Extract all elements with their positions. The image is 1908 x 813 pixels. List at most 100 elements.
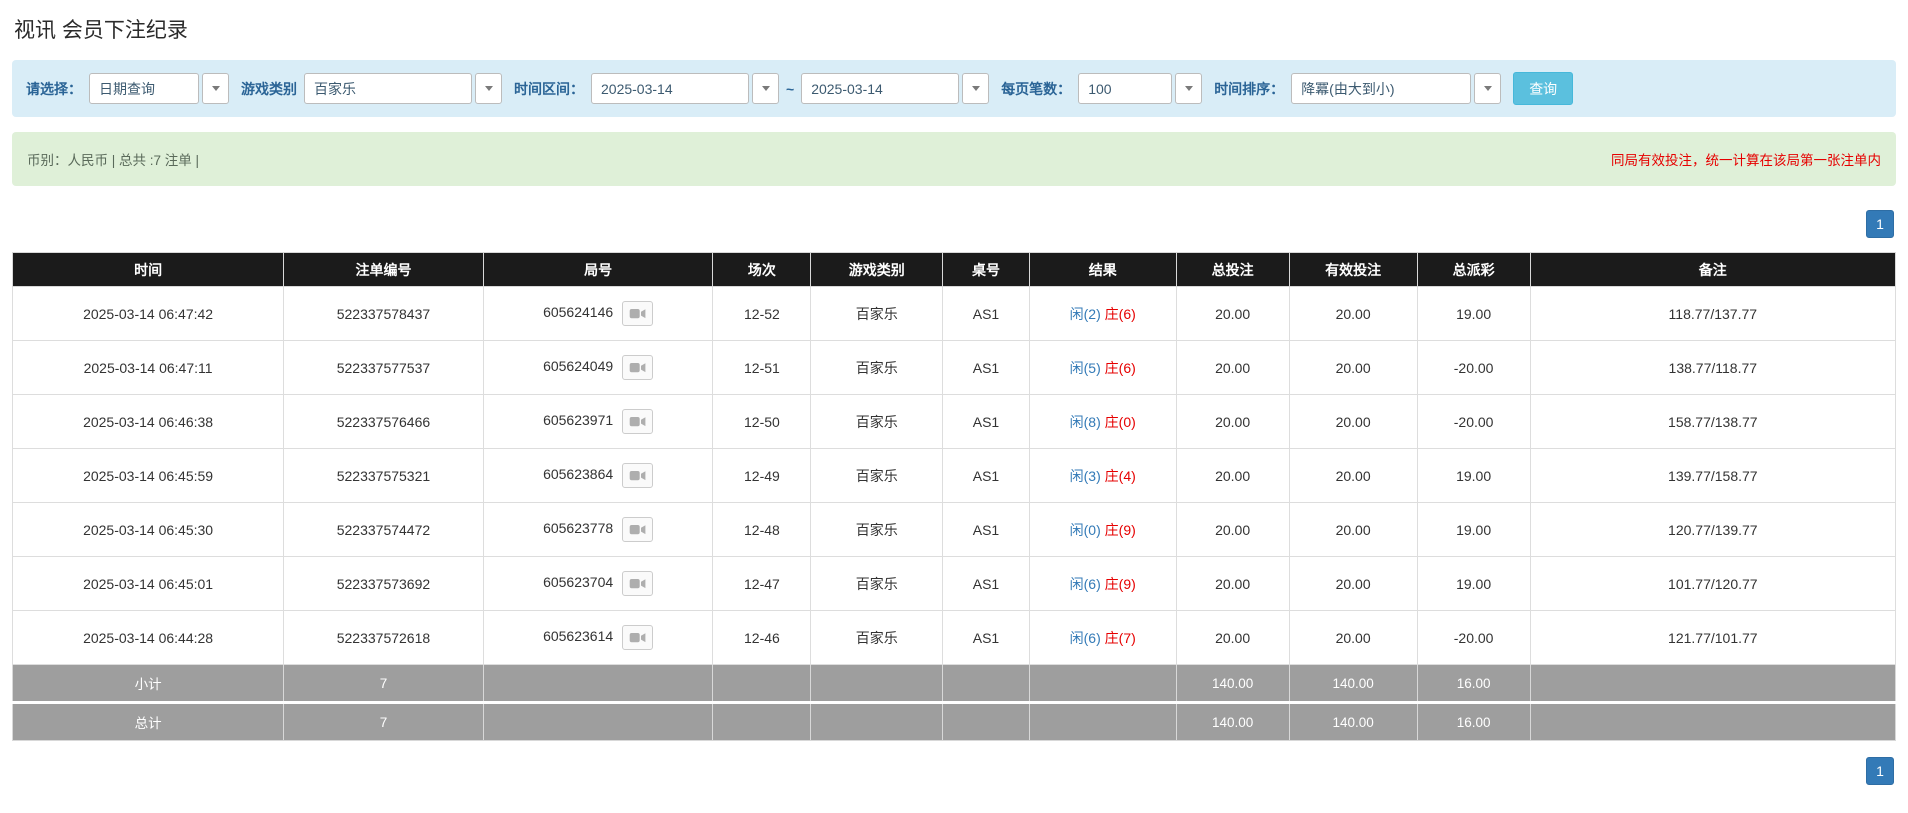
cell-bet-id: 522337578437 — [284, 287, 484, 341]
cell-round-id: 605624146 — [483, 287, 713, 341]
cell-note: 101.77/120.77 — [1530, 557, 1895, 611]
cell-game-type: 百家乐 — [811, 503, 943, 557]
video-camera-icon — [629, 361, 646, 374]
cell-time: 2025-03-14 06:45:59 — [13, 449, 284, 503]
table-row: 2025-03-14 06:46:38522337576466605623971… — [13, 395, 1896, 449]
cell-note: 139.77/158.77 — [1530, 449, 1895, 503]
summary-cell: 16.00 — [1417, 665, 1530, 703]
date-from-caret-button[interactable] — [752, 73, 779, 104]
chevron-down-icon — [1484, 86, 1492, 91]
cell-round-id: 605623971 — [483, 395, 713, 449]
cell-table-no: AS1 — [943, 395, 1030, 449]
summary-cell: 16.00 — [1417, 703, 1530, 741]
result-banker: 庄(6) — [1105, 306, 1136, 322]
summary-cell: 7 — [284, 665, 484, 703]
page-1-button[interactable]: 1 — [1866, 210, 1894, 238]
query-type-caret-button[interactable] — [202, 73, 229, 104]
result-player: 闲(6) — [1070, 630, 1101, 646]
video-replay-button[interactable] — [622, 463, 653, 488]
cell-game-type: 百家乐 — [811, 449, 943, 503]
cell-note: 121.77/101.77 — [1530, 611, 1895, 665]
cell-bet-id: 522337573692 — [284, 557, 484, 611]
summary-cell: 140.00 — [1289, 665, 1417, 703]
cell-round-id: 605623704 — [483, 557, 713, 611]
cell-bet-id: 522337572618 — [284, 611, 484, 665]
summary-cell — [811, 703, 943, 741]
betting-records-page: 视讯 会员下注纪录 请选择： 日期查询 游戏类别 百家乐 时间区间： 2025-… — [0, 0, 1908, 807]
summary-cell — [1530, 665, 1895, 703]
table-header-row: 时间注单编号局号场次游戏类别桌号结果总投注有效投注总派彩备注 — [13, 253, 1896, 287]
cell-session: 12-52 — [713, 287, 811, 341]
cell-total-bet: 20.00 — [1176, 557, 1289, 611]
page-size-label: 每页笔数： — [1001, 79, 1071, 99]
time-range-label: 时间区间： — [514, 79, 584, 99]
search-button[interactable]: 查询 — [1513, 72, 1573, 105]
cell-round-id: 605623614 — [483, 611, 713, 665]
result-banker: 庄(4) — [1105, 468, 1136, 484]
query-type-select[interactable]: 日期查询 — [89, 73, 199, 104]
date-range-separator: ~ — [786, 81, 794, 97]
cell-session: 12-48 — [713, 503, 811, 557]
video-replay-button[interactable] — [622, 517, 653, 542]
date-to-caret-button[interactable] — [962, 73, 989, 104]
summary-cell — [1029, 703, 1176, 741]
sort-order-value: 降冪(由大到小) — [1301, 79, 1394, 99]
cell-payout: -20.00 — [1417, 611, 1530, 665]
result-banker: 庄(9) — [1105, 576, 1136, 592]
chevron-down-icon — [212, 86, 220, 91]
cell-bet-id: 522337577537 — [284, 341, 484, 395]
summary-cell: 140.00 — [1176, 665, 1289, 703]
game-type-select[interactable]: 百家乐 — [304, 73, 472, 104]
column-header: 注单编号 — [284, 253, 484, 287]
cell-note: 158.77/138.77 — [1530, 395, 1895, 449]
date-to-select[interactable]: 2025-03-14 — [801, 73, 959, 104]
query-type-label: 请选择： — [26, 79, 82, 99]
video-replay-button[interactable] — [622, 355, 653, 380]
sort-order-select[interactable]: 降冪(由大到小) — [1291, 73, 1471, 104]
round-id: 605623971 — [543, 412, 613, 428]
cell-game-type: 百家乐 — [811, 557, 943, 611]
cell-result: 闲(6) 庄(9) — [1029, 557, 1176, 611]
column-header: 结果 — [1029, 253, 1176, 287]
chevron-down-icon — [762, 86, 770, 91]
video-camera-icon — [629, 577, 646, 590]
video-replay-button[interactable] — [622, 301, 653, 326]
game-type-caret-button[interactable] — [475, 73, 502, 104]
page-size-caret-button[interactable] — [1175, 73, 1202, 104]
cell-bet-id: 522337575321 — [284, 449, 484, 503]
page-title: 视讯 会员下注纪录 — [14, 14, 1894, 44]
cell-valid-bet: 20.00 — [1289, 449, 1417, 503]
cell-result: 闲(0) 庄(9) — [1029, 503, 1176, 557]
cell-result: 闲(8) 庄(0) — [1029, 395, 1176, 449]
cell-valid-bet: 20.00 — [1289, 557, 1417, 611]
cell-table-no: AS1 — [943, 287, 1030, 341]
column-header: 总派彩 — [1417, 253, 1530, 287]
query-type-group: 请选择： 日期查询 — [26, 73, 229, 104]
summary-cell — [943, 703, 1030, 741]
cell-table-no: AS1 — [943, 557, 1030, 611]
summary-cell — [1029, 665, 1176, 703]
cell-round-id: 605624049 — [483, 341, 713, 395]
query-type-value: 日期查询 — [99, 79, 155, 99]
date-from-select[interactable]: 2025-03-14 — [591, 73, 749, 104]
result-banker: 庄(9) — [1105, 522, 1136, 538]
result-player: 闲(0) — [1070, 522, 1101, 538]
cell-note: 118.77/137.77 — [1530, 287, 1895, 341]
game-type-label: 游戏类别 — [241, 79, 297, 99]
cell-time: 2025-03-14 06:44:28 — [13, 611, 284, 665]
sort-order-caret-button[interactable] — [1474, 73, 1501, 104]
cell-note: 120.77/139.77 — [1530, 503, 1895, 557]
subtotal-row: 小计7140.00140.0016.00 — [13, 665, 1896, 703]
page-size-group: 每页笔数： 100 — [1001, 73, 1202, 104]
column-header: 有效投注 — [1289, 253, 1417, 287]
cell-session: 12-47 — [713, 557, 811, 611]
video-replay-button[interactable] — [622, 409, 653, 434]
cell-round-id: 605623778 — [483, 503, 713, 557]
result-player: 闲(5) — [1070, 360, 1101, 376]
cell-valid-bet: 20.00 — [1289, 503, 1417, 557]
page-1-button[interactable]: 1 — [1866, 757, 1894, 785]
video-replay-button[interactable] — [622, 625, 653, 650]
page-size-select[interactable]: 100 — [1078, 73, 1172, 104]
total-row: 总计7140.00140.0016.00 — [13, 703, 1896, 741]
video-replay-button[interactable] — [622, 571, 653, 596]
